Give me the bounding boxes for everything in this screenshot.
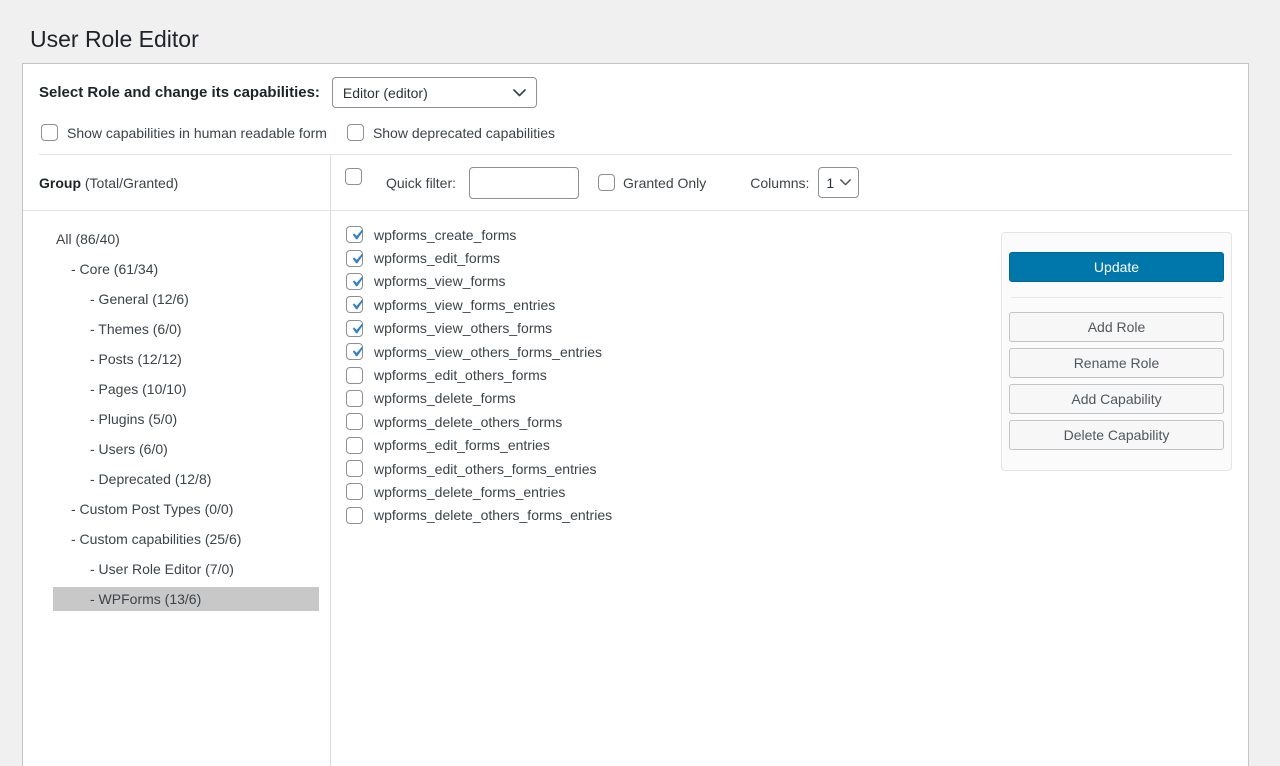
human-readable-checkbox[interactable] [41, 124, 58, 141]
action-button-delete-capability[interactable]: Delete Capability [1009, 420, 1224, 450]
group-tree-item-0[interactable]: All (86/40) [53, 227, 319, 251]
capability-label: wpforms_view_forms [374, 273, 505, 289]
capability-checkbox[interactable] [346, 390, 363, 407]
chevron-down-icon [840, 179, 851, 186]
group-tree-item-2[interactable]: - General (12/6) [53, 287, 319, 311]
role-select[interactable]: Editor (editor) [332, 77, 537, 108]
capability-label: wpforms_view_others_forms_entries [374, 344, 602, 360]
action-button-add-capability[interactable]: Add Capability [1009, 384, 1224, 414]
capability-checkbox[interactable] [346, 507, 363, 524]
capability-checkbox[interactable] [346, 343, 363, 360]
capability-label: wpforms_view_others_forms [374, 320, 552, 336]
page-title: User Role Editor [30, 26, 199, 54]
capability-checkbox[interactable] [346, 367, 363, 384]
check-icon [347, 272, 367, 292]
capability-label: wpforms_edit_others_forms_entries [374, 461, 597, 477]
capabilities-area: Quick filter: Granted Only Columns: 1 wp… [331, 155, 1248, 766]
role-select-value: Editor (editor) [343, 85, 428, 101]
check-icon [347, 249, 367, 269]
columns-select[interactable]: 1 [818, 167, 859, 198]
capability-row-wpforms_delete_forms_entries: wpforms_delete_forms_entries [346, 480, 1248, 503]
group-tree-item-label: - Users (6/0) [90, 441, 168, 457]
group-tree-item-10[interactable]: - Custom capabilities (25/6) [53, 527, 319, 551]
actions-panel: Update Add Role Rename Role Add Capability… [1001, 232, 1232, 471]
capability-label: wpforms_delete_others_forms [374, 414, 562, 430]
groups-sidebar: Group (Total/Granted) All (86/40) - Core … [23, 155, 331, 766]
group-tree-item-11[interactable]: - User Role Editor (7/0) [53, 557, 319, 581]
group-tree-item-label: - General (12/6) [90, 291, 189, 307]
group-tree-item-7[interactable]: - Users (6/0) [53, 437, 319, 461]
group-tree-item-label: - Posts (12/12) [90, 351, 182, 367]
quick-filter-input[interactable] [469, 167, 579, 199]
capability-label: wpforms_edit_forms [374, 250, 500, 266]
check-icon [347, 342, 367, 362]
columns-select-value: 1 [826, 175, 834, 191]
capability-label: wpforms_create_forms [374, 227, 516, 243]
groups-header: Group (Total/Granted) [23, 155, 330, 211]
capability-checkbox[interactable] [346, 250, 363, 267]
capability-label: wpforms_edit_others_forms [374, 367, 547, 383]
groups-header-title: Group [39, 175, 81, 191]
group-tree-item-8[interactable]: - Deprecated (12/8) [53, 467, 319, 491]
action-button-add-role[interactable]: Add Role [1009, 312, 1224, 342]
check-icon [347, 319, 367, 339]
group-tree-item-4[interactable]: - Posts (12/12) [53, 347, 319, 371]
show-deprecated-checkbox[interactable] [347, 124, 364, 141]
capability-checkbox[interactable] [346, 226, 363, 243]
divider [1010, 297, 1223, 298]
capability-label: wpforms_edit_forms_entries [374, 437, 550, 453]
groups-header-subtitle: (Total/Granted) [81, 175, 178, 191]
capability-label: wpforms_delete_forms [374, 390, 516, 406]
action-button-rename-role[interactable]: Rename Role [1009, 348, 1224, 378]
check-icon [347, 225, 367, 245]
granted-only-label: Granted Only [623, 175, 706, 191]
group-tree-item-1[interactable]: - Core (61/34) [53, 257, 319, 281]
group-tree-item-6[interactable]: - Plugins (5/0) [53, 407, 319, 431]
chevron-down-icon [513, 89, 526, 97]
select-role-label: Select Role and change its capabilities: [39, 84, 320, 101]
group-tree-item-5[interactable]: - Pages (10/10) [53, 377, 319, 401]
columns-label: Columns: [750, 175, 809, 191]
capability-checkbox[interactable] [346, 273, 363, 290]
capability-checkbox[interactable] [346, 413, 363, 430]
group-tree-item-label: - Deprecated (12/8) [90, 471, 211, 487]
show-deprecated-label: Show deprecated capabilities [373, 125, 555, 141]
capability-checkbox[interactable] [346, 483, 363, 500]
capability-checkbox[interactable] [346, 296, 363, 313]
group-tree-item-3[interactable]: - Themes (6/0) [53, 317, 319, 341]
capability-label: wpforms_view_forms_entries [374, 297, 555, 313]
groups-tree: All (86/40) - Core (61/34) - General (12/6… [23, 211, 330, 611]
group-tree-item-9[interactable]: - Custom Post Types (0/0) [53, 497, 319, 521]
capability-label: wpforms_delete_others_forms_entries [374, 507, 612, 523]
human-readable-label: Show capabilities in human readable form [67, 125, 327, 141]
group-tree-item-label: - Core (61/34) [71, 261, 158, 277]
capability-checkbox[interactable] [346, 460, 363, 477]
group-tree-item-label: - Custom Post Types (0/0) [71, 501, 233, 517]
check-icon [347, 295, 367, 315]
group-tree-item-label: - WPForms (13/6) [90, 591, 201, 607]
group-tree-item-12[interactable]: - WPForms (13/6) [53, 587, 319, 611]
group-tree-item-label: - Custom capabilities (25/6) [71, 531, 241, 547]
group-tree-item-label: - User Role Editor (7/0) [90, 561, 234, 577]
group-tree-item-label: All (86/40) [56, 231, 120, 247]
update-button[interactable]: Update [1009, 252, 1224, 282]
user-role-editor-panel: Select Role and change its capabilities:… [22, 63, 1249, 766]
capability-checkbox[interactable] [346, 320, 363, 337]
capability-label: wpforms_delete_forms_entries [374, 484, 565, 500]
group-tree-item-label: - Plugins (5/0) [90, 411, 177, 427]
group-tree-item-label: - Pages (10/10) [90, 381, 187, 397]
granted-only-checkbox[interactable] [598, 174, 615, 191]
capability-checkbox[interactable] [346, 437, 363, 454]
capabilities-toolbar: Quick filter: Granted Only Columns: 1 [331, 155, 1248, 211]
capability-row-wpforms_delete_others_forms_entries: wpforms_delete_others_forms_entries [346, 504, 1248, 527]
group-tree-item-label: - Themes (6/0) [90, 321, 182, 337]
quick-filter-label: Quick filter: [386, 175, 456, 191]
select-all-checkbox[interactable] [345, 168, 362, 185]
